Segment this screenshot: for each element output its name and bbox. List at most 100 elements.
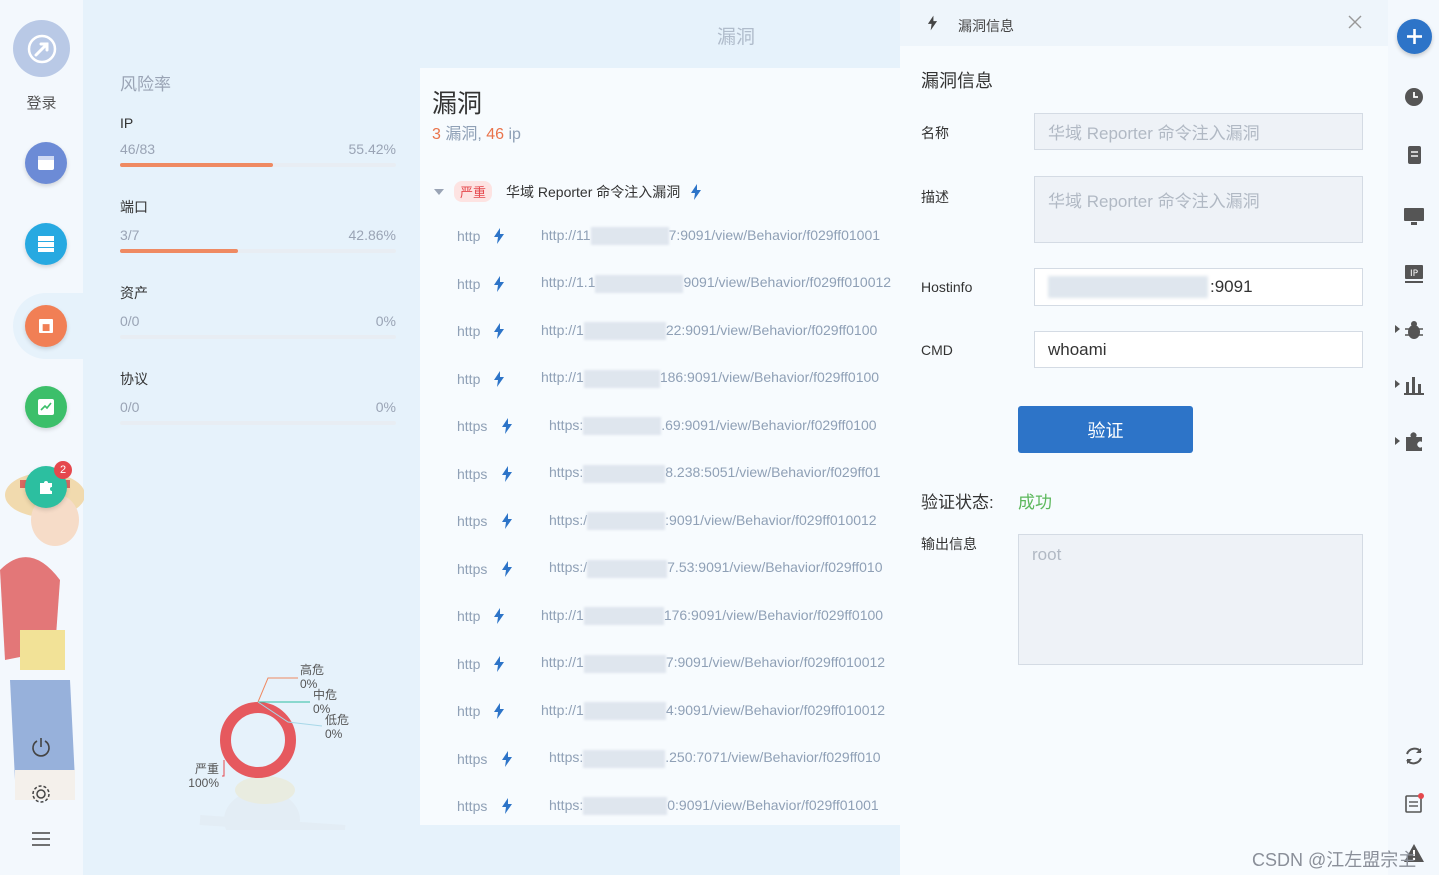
vuln-row[interactable]: https https: 0:9091/view/Behavior/f029ff01…: [457, 796, 879, 816]
stat-progress-bar: [120, 335, 396, 339]
row-url[interactable]: https:/ 7.53:9091/view/Behavior/f029ff010: [549, 559, 883, 578]
stat-label: 协议: [120, 371, 148, 387]
bolt-icon: [927, 15, 938, 31]
close-icon[interactable]: [1346, 13, 1364, 31]
bolt-icon[interactable]: [690, 183, 702, 200]
vuln-row[interactable]: http http://1.1 9091/view/Behavior/f029ff0…: [457, 274, 891, 294]
nav-assets-button[interactable]: [25, 223, 67, 265]
bolt-icon[interactable]: [501, 750, 513, 767]
bolt-icon[interactable]: [493, 655, 505, 672]
monitor-icon[interactable]: [1403, 205, 1425, 227]
caret-down-icon[interactable]: [434, 188, 444, 195]
row-url[interactable]: https: .250:7071/view/Behavior/f029ff010: [549, 749, 881, 768]
stat-asset: 资产 0/0 0%: [120, 283, 396, 339]
row-url[interactable]: http://1 176:9091/view/Behavior/f029ff010…: [541, 607, 883, 626]
bar-chart-icon[interactable]: [1403, 374, 1425, 396]
stat-progress-bar: [120, 421, 396, 425]
skull-decoration: [199, 776, 346, 850]
donut-svg: [199, 677, 346, 850]
nav-stats-button[interactable]: [25, 386, 67, 428]
refresh-icon[interactable]: [1403, 745, 1425, 767]
document-icon[interactable]: [1403, 144, 1425, 166]
row-url[interactable]: https: .69:9091/view/Behavior/f029ff0100: [549, 416, 877, 436]
login-link[interactable]: 登录: [0, 92, 83, 113]
bolt-icon[interactable]: [493, 323, 505, 339]
list-title: 漏洞: [432, 90, 483, 118]
desc-label: 描述: [921, 189, 949, 205]
ip-word: ip: [504, 126, 521, 143]
add-button[interactable]: [1397, 19, 1432, 54]
redacted-block: [583, 369, 660, 388]
row-url[interactable]: https:/:9091/view/Behavior/f029ff010012: [549, 512, 877, 531]
vuln-row[interactable]: https https:/ 7.53:9091/view/Behavior/f029…: [457, 559, 883, 579]
nav-dashboard-button[interactable]: [25, 142, 67, 184]
url-suffix: 8.238:5051/view/Behavior/f029ff01: [665, 464, 881, 481]
row-url[interactable]: http://1 7:9091/view/Behavior/f029ff01001…: [541, 654, 885, 673]
redacted-block: [595, 274, 684, 293]
bolt-icon[interactable]: [493, 228, 505, 244]
row-url[interactable]: http://1 22:9091/view/Behavior/f029ff0100: [541, 322, 877, 341]
vuln-row[interactable]: http http://1 4:9091/view/Behavior/f029ff0…: [457, 701, 885, 721]
row-url[interactable]: https: 8.238:5051/view/Behavior/f029ff01: [549, 464, 881, 483]
vuln-row[interactable]: https https: 8.238:5051/view/Behavior/f029…: [457, 464, 881, 484]
row-url[interactable]: http://1.1 9091/view/Behavior/f029ff01001…: [541, 274, 892, 293]
cmd-field[interactable]: whoami: [1034, 331, 1363, 368]
vuln-row[interactable]: https https:/:9091/view/Behavior/f029ff01…: [457, 511, 877, 531]
expand-arrow-icon[interactable]: [1395, 380, 1400, 388]
nav-vulns-button[interactable]: ■: [25, 305, 67, 347]
drawer-title: 漏洞信息: [958, 18, 1014, 34]
vuln-row[interactable]: http http://11 7:9091/view/Behavior/f029ff…: [457, 226, 880, 246]
menu-icon[interactable]: [30, 829, 52, 849]
bolt-icon[interactable]: [493, 275, 505, 292]
log-icon[interactable]: [1403, 792, 1425, 814]
row-url[interactable]: http://1 4:9091/view/Behavior/f029ff01001…: [541, 702, 885, 721]
ip-icon[interactable]: IP: [1403, 263, 1425, 285]
bug-icon[interactable]: [1403, 319, 1425, 341]
page-title: 漏洞: [717, 27, 756, 48]
hostinfo-field[interactable]: :9091: [1034, 268, 1363, 306]
power-icon[interactable]: [30, 736, 52, 758]
leader-line-0: [257, 677, 298, 703]
bolt-icon[interactable]: [501, 465, 513, 482]
app-logo[interactable]: [13, 20, 70, 77]
vuln-row[interactable]: http http://1 7:9091/view/Behavior/f029ff0…: [457, 654, 885, 674]
bolt-icon[interactable]: [501, 513, 513, 529]
puzzle-icon[interactable]: [1403, 431, 1425, 453]
bolt-icon[interactable]: [493, 608, 505, 624]
redacted-block: [587, 559, 668, 578]
bolt-icon[interactable]: [493, 703, 505, 719]
vuln-row[interactable]: http http://1 22:9091/view/Behavior/f029ff…: [457, 321, 877, 341]
vuln-row[interactable]: https https: .69:9091/view/Behavior/f029ff…: [457, 416, 877, 436]
stat-count: 0/0: [120, 399, 140, 415]
vuln-row[interactable]: http http://1 186:9091/view/Behavior/f029f…: [457, 369, 879, 389]
stat-label: 端口: [120, 199, 148, 215]
vuln-row[interactable]: http http://1 176:9091/view/Behavior/f029f…: [457, 606, 883, 626]
vuln-info-drawer: 漏洞信息 漏洞信息 名称 华域 Reporter 命令注入漏洞 描述 华域 Re…: [900, 0, 1388, 875]
section-title: 漏洞信息: [921, 71, 993, 91]
vuln-row[interactable]: https https: .250:7071/view/Behavior/f029f…: [457, 749, 881, 769]
expand-arrow-icon[interactable]: [1395, 325, 1400, 333]
bolt-icon[interactable]: [501, 418, 513, 434]
row-protocol: http: [457, 608, 481, 624]
drawer-header: 漏洞信息: [900, 0, 1388, 46]
url-prefix: http://1.1: [541, 274, 596, 291]
bolt-icon[interactable]: [501, 560, 513, 577]
expand-arrow-icon[interactable]: [1395, 437, 1400, 445]
clock-icon[interactable]: [1403, 86, 1425, 108]
row-url[interactable]: http://1 186:9091/view/Behavior/f029ff010…: [541, 369, 879, 388]
url-suffix: 7:9091/view/Behavior/f029ff01001: [668, 226, 881, 243]
stat-percent: 42.86%: [348, 227, 396, 243]
output-field[interactable]: root: [1018, 534, 1363, 665]
bolt-icon[interactable]: [493, 370, 505, 387]
verify-button[interactable]: 验证: [1018, 406, 1193, 453]
row-url[interactable]: https: 0:9091/view/Behavior/f029ff01001: [549, 797, 879, 816]
bolt-icon[interactable]: [501, 798, 513, 814]
url-suffix: 9091/view/Behavior/f029ff010012: [683, 274, 892, 291]
row-url[interactable]: http://11 7:9091/view/Behavior/f029ff0100…: [541, 226, 881, 246]
gear-icon[interactable]: [30, 783, 52, 805]
desc-field[interactable]: 华域 Reporter 命令注入漏洞: [1034, 176, 1363, 243]
hostinfo-label: Hostinfo: [921, 279, 973, 295]
name-field[interactable]: 华域 Reporter 命令注入漏洞: [1034, 113, 1363, 150]
url-prefix: https:: [549, 416, 584, 433]
vuln-group-header[interactable]: 严重 华域 Reporter 命令注入漏洞: [434, 181, 702, 202]
